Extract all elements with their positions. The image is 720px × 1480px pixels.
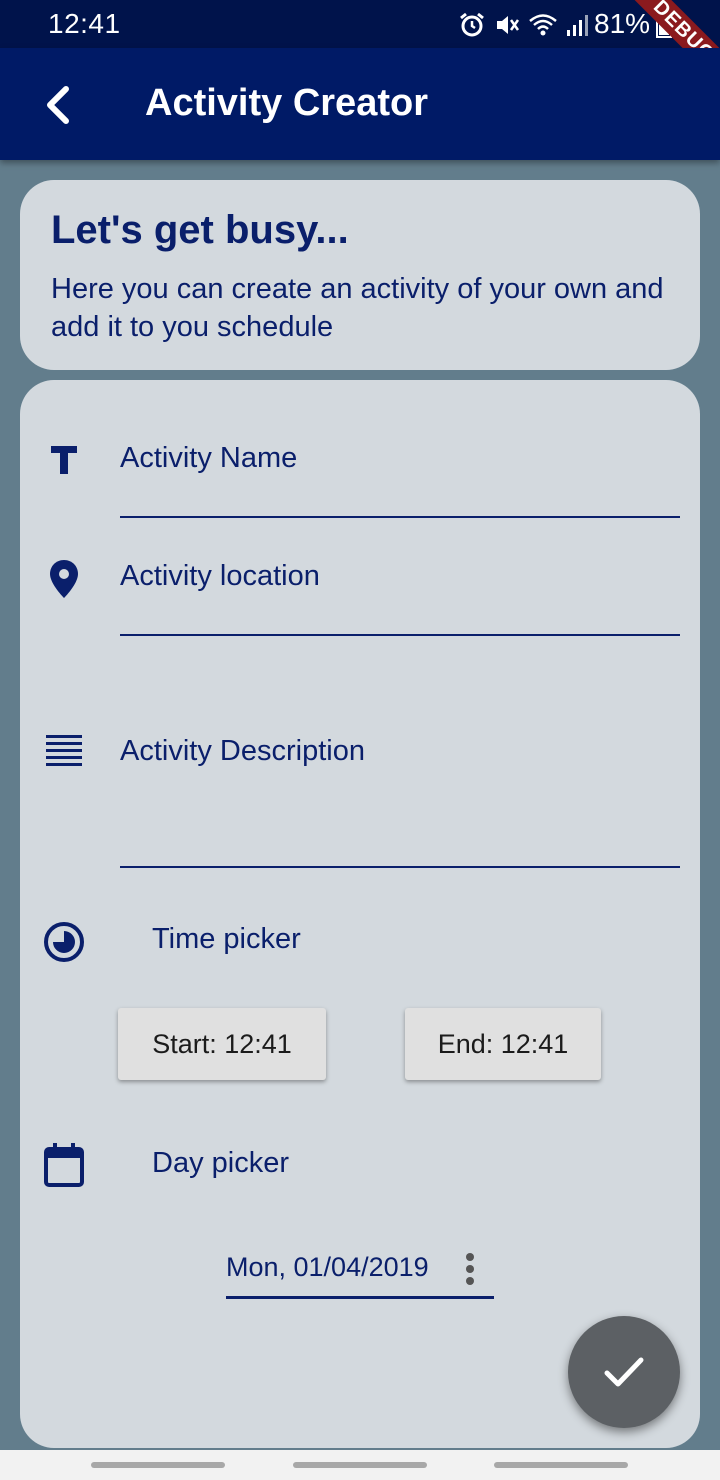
date-dropdown[interactable]: Mon, 01/04/2019 [226, 1252, 429, 1283]
check-icon [604, 1357, 644, 1387]
system-nav-bar [0, 1450, 720, 1480]
status-icons [458, 10, 590, 40]
activity-location-input[interactable]: Activity location [120, 560, 680, 593]
clock-icon [42, 920, 86, 964]
chevron-left-icon [47, 86, 69, 124]
calendar-icon [42, 1142, 86, 1188]
end-time-button[interactable]: End: 12:41 [405, 1008, 601, 1080]
intro-card: Let's get busy... Here you can create an… [20, 180, 700, 370]
activity-description-input[interactable]: Activity Description [120, 735, 680, 768]
app-bar: Activity Creator [0, 48, 720, 160]
start-time-button[interactable]: Start: 12:41 [118, 1008, 326, 1080]
mute-icon [497, 16, 520, 34]
activity-name-input[interactable]: Activity Name [120, 442, 680, 475]
wifi-icon [529, 14, 557, 36]
page-title: Activity Creator [145, 82, 428, 124]
form-card: Activity Name Activity location Activity… [20, 380, 700, 1448]
description-icon [44, 732, 84, 772]
status-bar: 12:41 81% [0, 0, 720, 48]
location-pin-icon [46, 558, 82, 600]
nav-home-button[interactable] [293, 1462, 427, 1468]
day-picker-label: Day picker [152, 1147, 289, 1179]
text-icon [46, 442, 82, 478]
activity-name-underline [120, 516, 680, 518]
alarm-icon [460, 12, 484, 37]
back-button[interactable] [30, 78, 84, 132]
signal-icon [567, 15, 588, 36]
activity-description-underline [120, 866, 680, 868]
intro-title: Let's get busy... [51, 208, 349, 252]
confirm-fab-button[interactable] [568, 1316, 680, 1428]
battery-level: 81% [594, 8, 651, 39]
nav-back-button[interactable] [494, 1462, 628, 1468]
status-time: 12:41 [48, 8, 121, 39]
activity-location-underline [120, 634, 680, 636]
date-underline [226, 1296, 494, 1299]
intro-text: Here you can create an activity of your … [51, 273, 664, 343]
nav-recents-button[interactable] [91, 1462, 225, 1468]
more-vert-icon[interactable] [460, 1252, 480, 1288]
time-picker-label: Time picker [152, 923, 301, 955]
